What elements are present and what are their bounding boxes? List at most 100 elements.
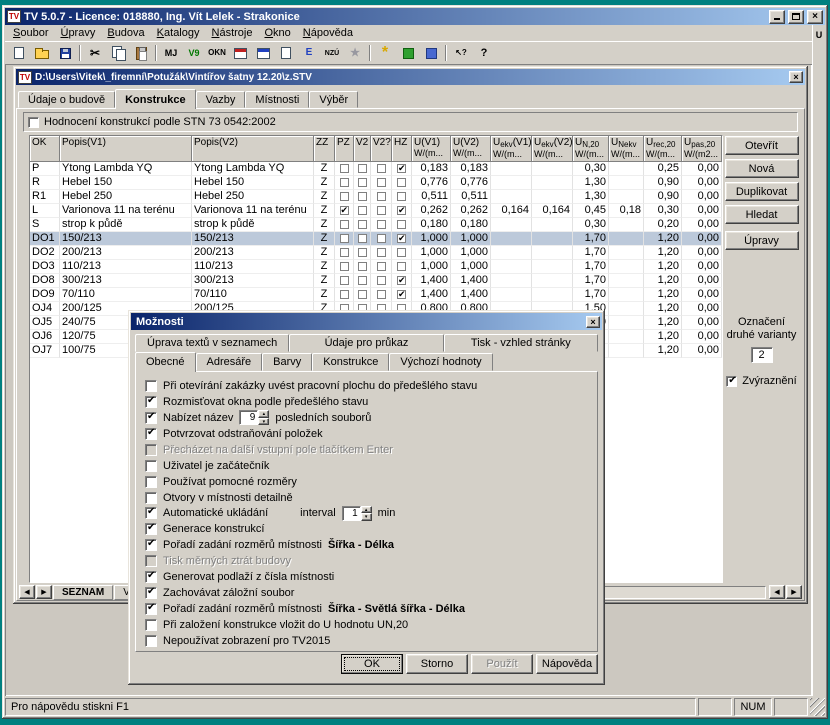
cell-checkbox[interactable] bbox=[397, 248, 406, 257]
cell-checkbox[interactable] bbox=[397, 234, 406, 243]
stn-checkbox[interactable] bbox=[28, 117, 39, 128]
option-checkbox[interactable] bbox=[145, 380, 157, 392]
option-checkbox[interactable] bbox=[145, 396, 157, 408]
dialog-tab-barvy[interactable]: Barvy bbox=[262, 353, 312, 371]
cell-checkbox[interactable] bbox=[358, 164, 367, 173]
sheet-scroll-right-button[interactable]: ▶ bbox=[36, 585, 52, 599]
cell-checkbox[interactable] bbox=[340, 206, 349, 215]
option-checkbox[interactable] bbox=[145, 555, 157, 567]
dialog-tab-konstrukce[interactable]: Konstrukce bbox=[312, 353, 389, 371]
star-yellow-button[interactable]: * bbox=[374, 43, 396, 63]
column-header-un20[interactable]: UN,20W/(m... bbox=[573, 136, 609, 162]
cell-checkbox[interactable] bbox=[377, 220, 386, 229]
table-row[interactable]: PYtong Lambda YQYtong Lambda YQZ0,1830,1… bbox=[30, 162, 722, 176]
column-header-v2[interactable]: Popis(V2) bbox=[192, 136, 314, 162]
cell-checkbox[interactable] bbox=[377, 248, 386, 257]
table-row[interactable]: RHebel 150Hebel 150Z0,7760,7761,300,900,… bbox=[30, 176, 722, 190]
menu-upravy[interactable]: Úpravy bbox=[54, 26, 101, 40]
menu-okno[interactable]: Okno bbox=[258, 26, 296, 40]
option-checkbox[interactable] bbox=[145, 492, 157, 504]
minimize-button[interactable] bbox=[769, 10, 785, 24]
cell-checkbox[interactable] bbox=[358, 192, 367, 201]
column-header-v2q[interactable]: V2? bbox=[371, 136, 392, 162]
option-checkbox[interactable] bbox=[145, 571, 157, 583]
energy-e-button[interactable]: E bbox=[298, 43, 320, 63]
option-checkbox[interactable] bbox=[145, 619, 157, 631]
context-help-button[interactable]: ↖? bbox=[450, 43, 472, 63]
cell-checkbox[interactable] bbox=[340, 248, 349, 257]
cell-checkbox[interactable] bbox=[340, 164, 349, 173]
new-document-button[interactable] bbox=[8, 43, 30, 63]
right-dock-button[interactable]: U bbox=[813, 27, 825, 42]
side-button-hledat[interactable]: Hledat bbox=[725, 205, 799, 224]
table-row[interactable]: Sstrop k půděstrop k půděZ0,1800,1800,30… bbox=[30, 218, 722, 232]
menu-budova[interactable]: Budova bbox=[101, 26, 150, 40]
dialog-button-pouzit[interactable]: Použít bbox=[471, 654, 533, 674]
side-button-nova[interactable]: Nová bbox=[725, 159, 799, 178]
table-row[interactable]: DO1150/213150/213Z1,0001,0001,701,200,00 bbox=[30, 232, 722, 246]
table-red-button[interactable] bbox=[229, 43, 251, 63]
cell-checkbox[interactable] bbox=[377, 206, 386, 215]
cell-checkbox[interactable] bbox=[397, 276, 406, 285]
tool-blue-button[interactable] bbox=[420, 43, 442, 63]
cell-checkbox[interactable] bbox=[358, 220, 367, 229]
maximize-button[interactable] bbox=[788, 10, 804, 24]
star-gray-button[interactable]: ★ bbox=[344, 43, 366, 63]
column-header-upas[interactable]: Upas,20W/(m2... bbox=[682, 136, 722, 162]
dialog-button-napoveda[interactable]: Nápověda bbox=[536, 654, 598, 674]
column-header-ok[interactable]: OK bbox=[30, 136, 60, 162]
cell-checkbox[interactable] bbox=[377, 262, 386, 271]
document-list-button[interactable] bbox=[275, 43, 297, 63]
column-header-hz[interactable]: HZ bbox=[392, 136, 412, 162]
option-checkbox[interactable] bbox=[145, 428, 157, 440]
cell-checkbox[interactable] bbox=[397, 178, 406, 187]
table-row[interactable]: R1Hebel 250Hebel 250Z0,5110,5111,300,900… bbox=[30, 190, 722, 204]
sheet-scroll-left-button[interactable]: ◀ bbox=[19, 585, 35, 599]
document-close-button[interactable]: × bbox=[789, 71, 803, 83]
table-row[interactable]: DO3110/213110/213Z1,0001,0001,701,200,00 bbox=[30, 260, 722, 274]
cell-checkbox[interactable] bbox=[358, 262, 367, 271]
cell-checkbox[interactable] bbox=[377, 164, 386, 173]
cell-checkbox[interactable] bbox=[358, 178, 367, 187]
column-header-u1[interactable]: U(V1)W/(m... bbox=[412, 136, 451, 162]
column-header-v2c[interactable]: V2 bbox=[354, 136, 371, 162]
option-checkbox[interactable] bbox=[145, 444, 157, 456]
save-button[interactable] bbox=[54, 43, 76, 63]
cell-checkbox[interactable] bbox=[397, 220, 406, 229]
cell-checkbox[interactable] bbox=[358, 276, 367, 285]
dialog-tab-tisk-vzhled-stranky[interactable]: Tisk - vzhled stránky bbox=[444, 334, 598, 352]
cell-checkbox[interactable] bbox=[377, 276, 386, 285]
column-header-v1[interactable]: Popis(V1) bbox=[60, 136, 192, 162]
cell-checkbox[interactable] bbox=[340, 192, 349, 201]
tab-mistnosti[interactable]: Místnosti bbox=[245, 91, 309, 108]
cell-checkbox[interactable] bbox=[358, 248, 367, 257]
option-checkbox[interactable] bbox=[145, 603, 157, 615]
dialog-button-ok[interactable]: OK bbox=[341, 654, 403, 674]
spinner-down-button[interactable]: ▾ bbox=[361, 513, 372, 521]
cell-checkbox[interactable] bbox=[340, 234, 349, 243]
option-checkbox[interactable] bbox=[145, 539, 157, 551]
cell-checkbox[interactable] bbox=[377, 234, 386, 243]
cell-checkbox[interactable] bbox=[397, 192, 406, 201]
option-checkbox[interactable] bbox=[145, 476, 157, 488]
cell-checkbox[interactable] bbox=[340, 178, 349, 187]
dialog-button-storno[interactable]: Storno bbox=[406, 654, 468, 674]
menu-soubor[interactable]: Soubor bbox=[7, 26, 54, 40]
spinner[interactable]: 9▴▾ bbox=[239, 410, 269, 425]
dialog-tab-udaje-pro-prukaz[interactable]: Údaje pro průkaz bbox=[289, 334, 443, 352]
menu-napoveda[interactable]: Nápověda bbox=[297, 26, 359, 40]
dialog-tab-obecne[interactable]: Obecné bbox=[135, 352, 196, 372]
second-variant-input[interactable]: 2 bbox=[751, 347, 773, 363]
table-blue-button[interactable] bbox=[252, 43, 274, 63]
units-mj-button[interactable]: MJ bbox=[160, 43, 182, 63]
option-checkbox[interactable] bbox=[145, 635, 157, 647]
cell-checkbox[interactable] bbox=[340, 276, 349, 285]
dialog-close-button[interactable]: × bbox=[586, 316, 600, 328]
highlight-checkbox[interactable] bbox=[726, 376, 737, 387]
column-header-pz[interactable]: PZ bbox=[335, 136, 354, 162]
paste-button[interactable] bbox=[130, 43, 152, 63]
column-header-urec[interactable]: Urec,20W/(m... bbox=[644, 136, 682, 162]
option-checkbox[interactable] bbox=[145, 460, 157, 472]
tab-vyber[interactable]: Výběr bbox=[309, 91, 358, 108]
table-row[interactable]: DO2200/213200/213Z1,0001,0001,701,200,00 bbox=[30, 246, 722, 260]
